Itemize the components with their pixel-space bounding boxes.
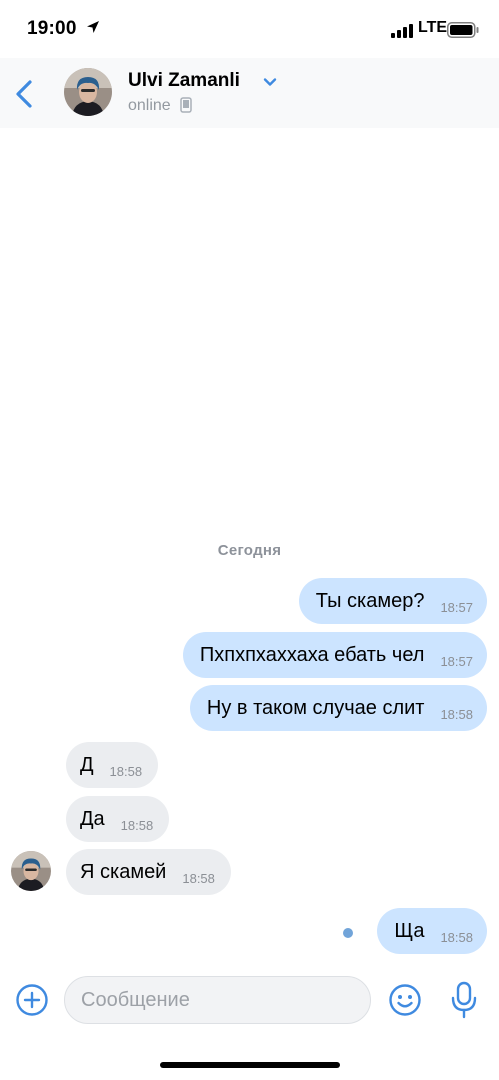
message-text: Ты скамер? — [315, 589, 425, 612]
sender-avatar[interactable] — [11, 851, 51, 891]
message-time: 18:58 — [440, 706, 473, 722]
message-time: 18:57 — [440, 599, 473, 615]
message-bubble-incoming[interactable]: Да 18:58 — [66, 796, 170, 842]
message-bubble-outgoing[interactable]: Ща 18:58 — [377, 908, 487, 954]
message-bubble-outgoing[interactable]: Ты скамер? 18:57 — [298, 578, 487, 624]
microphone-icon[interactable] — [449, 981, 479, 1019]
home-indicator — [160, 1062, 340, 1068]
message-text: Ща — [394, 919, 425, 942]
message-time: 18:58 — [182, 870, 215, 886]
location-arrow-icon — [87, 21, 99, 33]
message-time: 18:58 — [120, 817, 154, 833]
status-bar: 19:00 LTE — [0, 0, 499, 58]
message-time: 18:57 — [440, 653, 473, 669]
composer — [0, 970, 499, 1030]
status-time: 19:00 — [27, 18, 77, 39]
signal-bars-icon — [391, 24, 413, 38]
message-text: Д — [80, 753, 94, 776]
date-separator: Сегодня — [217, 542, 282, 559]
avatar[interactable] — [64, 68, 112, 116]
message-text: Да — [80, 807, 105, 830]
peer-status: online — [128, 97, 171, 114]
avatar-image — [11, 851, 51, 891]
message-bubble-incoming[interactable]: Я скамей 18:58 — [66, 849, 231, 895]
message-bubble-incoming[interactable]: Д 18:58 — [66, 742, 159, 788]
message-time: 18:58 — [440, 929, 473, 945]
message-time: 18:58 — [109, 763, 143, 779]
peer-name[interactable]: Ulvi Zamanli — [128, 70, 240, 92]
message-bubble-outgoing[interactable]: Пхпхпхаххаха ебать чел 18:57 — [182, 632, 487, 678]
message-bubble-outgoing[interactable]: Ну в таком случае слит 18:58 — [189, 685, 487, 731]
message-input[interactable] — [64, 976, 371, 1024]
unread-indicator — [343, 928, 353, 938]
message-text: Пхпхпхаххаха ебать чел — [199, 643, 425, 666]
chat-header: Ulvi Zamanli online — [0, 58, 499, 128]
back-button[interactable] — [12, 78, 38, 110]
battery-icon — [447, 22, 479, 38]
message-text: Ну в таком случае слит — [206, 696, 425, 719]
chevron-down-icon[interactable] — [262, 76, 278, 88]
avatar-image — [64, 68, 112, 116]
phone-icon — [180, 97, 192, 113]
smile-icon[interactable] — [388, 983, 422, 1017]
network-type: LTE — [418, 19, 448, 36]
plus-circle-icon[interactable] — [15, 983, 49, 1017]
message-text: Я скамей — [80, 860, 167, 883]
